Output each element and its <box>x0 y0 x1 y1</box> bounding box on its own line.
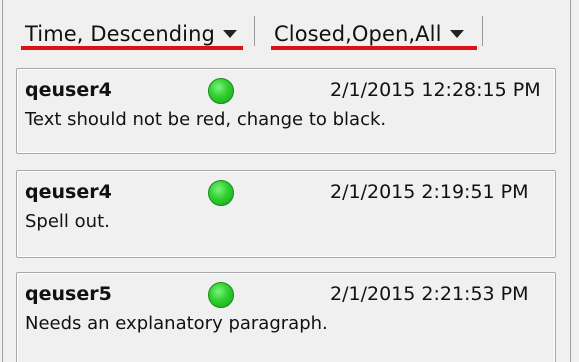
comment-card[interactable]: qeuser4 2/1/2015 12:28:15 PM Text should… <box>16 68 556 154</box>
comments-panel: Time, Descending Closed,Open,All qeuser4… <box>0 0 579 362</box>
comment-text: Spell out. <box>25 211 110 232</box>
filter-toolbar: Time, Descending Closed,Open,All <box>16 10 556 60</box>
toolbar-separator <box>254 16 255 46</box>
status-indicator-icon <box>208 78 234 104</box>
status-dropdown-label: Closed,Open,All <box>274 22 442 46</box>
chevron-down-icon <box>222 30 237 38</box>
comment-timestamp: 2/1/2015 12:28:15 PM <box>330 79 541 101</box>
comment-author: qeuser5 <box>25 283 112 305</box>
comment-text: Text should not be red, change to black. <box>25 109 387 130</box>
comment-timestamp: 2/1/2015 2:21:53 PM <box>330 283 529 305</box>
toolbar-separator <box>482 16 483 46</box>
status-indicator-icon <box>208 180 234 206</box>
annotation-underline <box>271 46 477 50</box>
left-border <box>2 0 3 362</box>
sort-dropdown-label: Time, Descending <box>25 22 215 46</box>
right-border <box>570 0 571 362</box>
comment-author: qeuser4 <box>25 181 112 203</box>
comment-author: qeuser4 <box>25 79 112 101</box>
comment-card[interactable]: qeuser5 2/1/2015 2:21:53 PM Needs an exp… <box>16 272 556 362</box>
status-indicator-icon <box>208 282 234 308</box>
comment-card[interactable]: qeuser4 2/1/2015 2:19:51 PM Spell out. <box>16 170 556 258</box>
comment-timestamp: 2/1/2015 2:19:51 PM <box>330 181 529 203</box>
annotation-underline <box>21 46 243 50</box>
chevron-down-icon <box>449 30 464 38</box>
comment-text: Needs an explanatory paragraph. <box>25 313 328 334</box>
